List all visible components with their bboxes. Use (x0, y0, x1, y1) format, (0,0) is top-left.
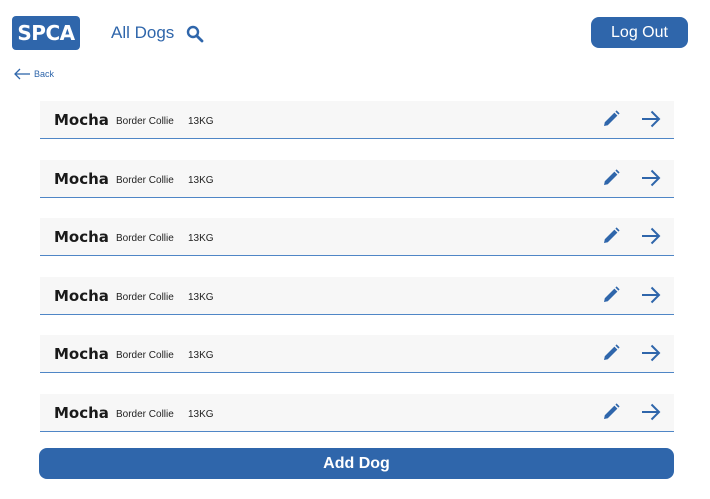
search-icon[interactable] (186, 25, 204, 43)
dog-name: Mocha (54, 169, 109, 188)
arrow-right-icon[interactable] (641, 286, 661, 304)
dog-name: Mocha (54, 228, 109, 247)
dog-name: Mocha (54, 345, 109, 364)
dog-name: Mocha (54, 403, 109, 422)
dog-list: Mocha Border Collie 13KG Mocha Border Co… (40, 101, 674, 453)
pencil-icon[interactable] (602, 403, 620, 421)
logout-button[interactable]: Log Out (591, 17, 688, 48)
dog-breed: Border Collie (116, 408, 174, 420)
arrow-right-icon[interactable] (641, 110, 661, 128)
arrow-right-icon[interactable] (641, 344, 661, 362)
dog-breed: Border Collie (116, 350, 174, 362)
dog-weight: 13KG (188, 174, 214, 186)
arrow-right-icon[interactable] (641, 169, 661, 187)
dog-name: Mocha (54, 286, 109, 305)
arrow-right-icon[interactable] (641, 227, 661, 245)
dog-list-item[interactable]: Mocha Border Collie 13KG (40, 218, 674, 257)
back-link[interactable]: Back (14, 68, 54, 80)
add-dog-button[interactable]: Add Dog (39, 448, 674, 479)
pencil-icon[interactable] (602, 110, 620, 128)
dog-weight: 13KG (188, 408, 214, 420)
dog-weight: 13KG (188, 350, 214, 362)
arrow-right-icon[interactable] (641, 403, 661, 421)
dog-breed: Border Collie (116, 116, 174, 127)
pencil-icon[interactable] (602, 344, 620, 362)
dog-breed: Border Collie (116, 291, 174, 303)
dog-list-item[interactable]: Mocha Border Collie 13KG (40, 335, 674, 374)
dog-breed: Border Collie (116, 233, 174, 245)
dog-breed: Border Collie (116, 174, 174, 186)
dog-name: Mocha (54, 111, 109, 129)
dog-weight: 13KG (188, 291, 214, 303)
spca-logo: SPCA (12, 16, 80, 50)
pencil-icon[interactable] (602, 168, 620, 187)
dog-weight: 13KG (188, 116, 214, 127)
pencil-icon[interactable] (602, 286, 620, 304)
dog-weight: 13KG (188, 233, 214, 245)
dog-list-item[interactable]: Mocha Border Collie 13KG (40, 101, 674, 139)
back-label: Back (34, 69, 55, 79)
dog-list-item[interactable]: Mocha Border Collie 13KG (40, 276, 674, 315)
nav-all-dogs-link[interactable]: All Dogs (111, 23, 174, 43)
arrow-left-icon (14, 68, 30, 80)
dog-list-item[interactable]: Mocha Border Collie 13KG (40, 393, 674, 432)
dog-list-item[interactable]: Mocha Border Collie 13KG (40, 159, 674, 198)
pencil-icon[interactable] (602, 227, 620, 245)
